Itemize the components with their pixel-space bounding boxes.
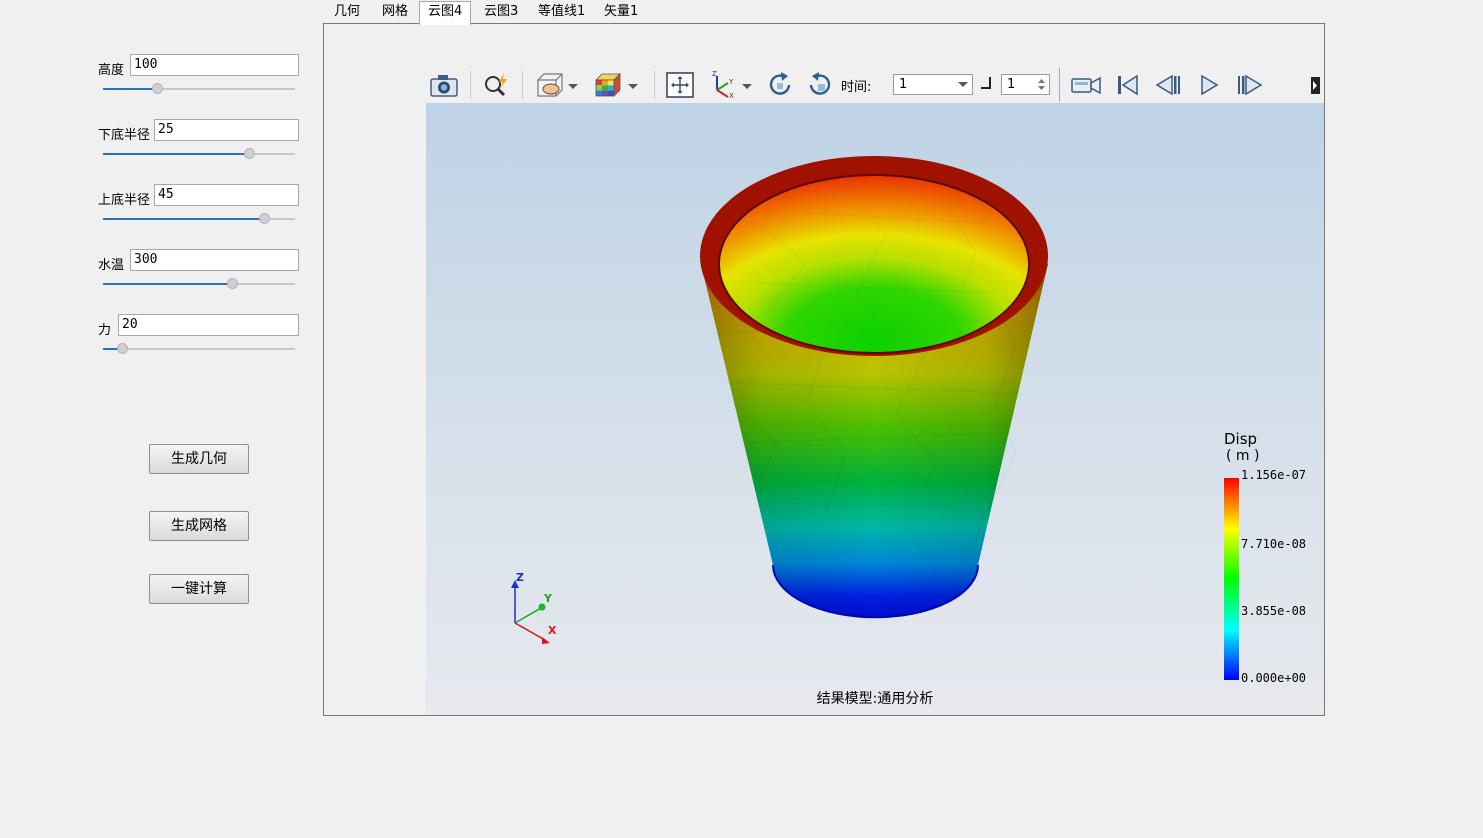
time-label: 时间: [841,80,872,95]
bottom-radius-input[interactable]: 25 [154,119,299,141]
one-click-compute-button[interactable]: 一键计算 [149,574,249,604]
time-select-value: 1 [899,77,908,92]
height-label: 高度 [98,63,125,78]
force-input[interactable]: 20 [118,314,299,336]
view-toolbar: Z YX 时间: 1 1 [426,67,1324,103]
zoom-icon[interactable] [480,70,512,100]
colorbar-gradient [1224,478,1239,680]
bottom-radius-label: 下底半径 [98,128,151,143]
height-input[interactable]: 100 [130,54,299,76]
water-temp-slider-handle[interactable] [226,278,238,289]
tab-contour-3[interactable]: 云图3 [476,2,526,24]
tab-vector-1[interactable]: 矢量1 [596,2,646,24]
colorbar-tick-max: 1.156e-07 [1241,468,1307,482]
colorbar-title: Disp [1224,430,1258,448]
tab-geometry[interactable]: 几何 [326,2,368,24]
tab-mesh[interactable]: 网格 [374,2,416,24]
fit-view-icon[interactable] [664,70,696,100]
spin-arrows-icon[interactable] [1038,78,1045,91]
colorbar-tick-min: 0.000e+00 [1241,671,1307,685]
record-icon[interactable] [1070,70,1102,100]
render-viewport[interactable]: Z Y X 结果模型:通用分析 [426,103,1324,715]
axes-dropdown-icon[interactable] [740,70,754,100]
force-slider-handle[interactable] [117,343,129,354]
svg-text:X: X [729,92,734,100]
previous-frame-icon[interactable] [1152,70,1184,100]
result-model-caption: 结果模型:通用分析 [816,691,934,707]
top-radius-slider[interactable] [103,213,295,225]
force-slider[interactable] [103,343,295,355]
step-spinbox[interactable]: 1 [1001,74,1050,95]
bottom-radius-slider-handle[interactable] [243,148,255,159]
axis-z-label: Z [516,571,524,584]
water-temp-input[interactable]: 300 [130,249,299,271]
tab-isoline-1[interactable]: 等值线1 [530,2,593,24]
svg-text:Z: Z [712,70,717,78]
color-cube-dropdown-icon[interactable] [626,70,640,100]
next-frame-icon[interactable] [1234,70,1266,100]
top-radius-slider-handle[interactable] [259,213,271,224]
chevron-down-icon [958,82,968,87]
color-cube-icon[interactable] [592,70,624,100]
time-select[interactable]: 1 [893,74,973,95]
height-slider[interactable] [103,83,295,95]
reset-rotate-icon[interactable] [804,70,836,100]
step-icon [981,77,991,89]
axis-y-label: Y [544,592,552,605]
axis-x-label: X [548,624,557,637]
svg-text:Y: Y [728,78,734,86]
display-mode-dropdown-icon[interactable] [566,70,580,100]
colorbar-tick-2: 7.710e-08 [1241,537,1307,551]
top-radius-label: 上底半径 [98,193,151,208]
axes-triad [511,580,550,644]
colorbar-tick-1: 3.855e-08 [1241,604,1307,618]
step-spinbox-value: 1 [1007,77,1016,92]
water-temp-slider[interactable] [103,278,295,290]
tab-contour-4[interactable]: 云图4 [419,1,472,25]
generate-mesh-button[interactable]: 生成网格 [149,511,249,541]
generate-geometry-button[interactable]: 生成几何 [149,444,249,474]
top-radius-input[interactable]: 45 [154,184,299,206]
bottom-radius-slider[interactable] [103,148,295,160]
water-temp-label: 水温 [98,258,125,273]
camera-icon[interactable] [428,70,460,100]
colorbar-unit: ( m ) [1226,448,1260,464]
toolbar-overflow-icon[interactable] [1308,70,1322,100]
rotate-icon[interactable] [764,70,796,100]
force-label: 力 [98,323,112,338]
height-slider-handle[interactable] [151,83,163,94]
axes-icon[interactable]: Z YX [708,70,740,100]
first-frame-icon[interactable] [1111,70,1143,100]
play-icon[interactable] [1194,70,1226,100]
display-mode-icon[interactable] [534,70,566,100]
